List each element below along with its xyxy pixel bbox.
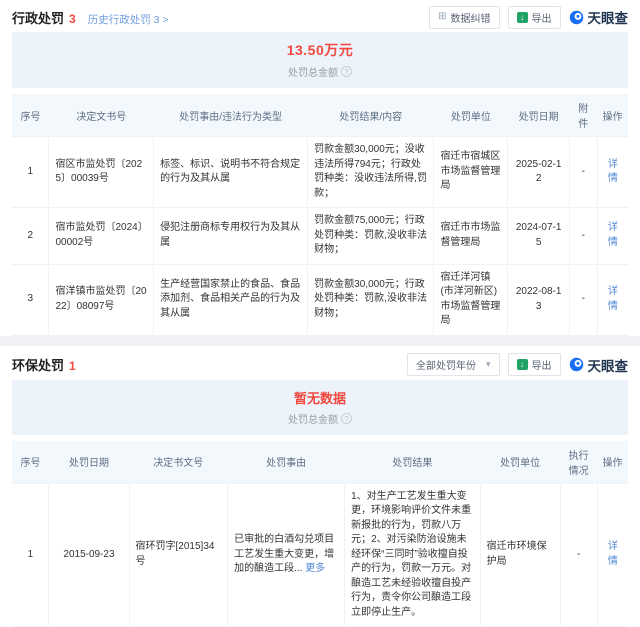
chevron-down-icon: ▾ — [486, 359, 491, 370]
export-button-admin[interactable]: ↓ 导出 — [508, 6, 561, 29]
admin-section-title: 行政处罚 — [12, 8, 64, 27]
column-header: 决定书文号 — [129, 441, 228, 484]
env-table-header-row: 序号 处罚日期 决定书文号 处罚事由 处罚结果 处罚单位 执行情况 操作 — [12, 441, 628, 484]
admin-penalty-section: 行政处罚 3 历史行政处罚 3 > ⊞ 数据纠错 ↓ 导出 — [0, 0, 640, 336]
tianyancha-logo-icon — [569, 357, 584, 372]
cell-unit: 宿迁市宿城区市场监督管理局 — [434, 137, 508, 208]
admin-penalty-count: 3 — [69, 12, 76, 26]
help-icon[interactable]: ? — [341, 413, 352, 424]
column-header: 执行情况 — [560, 441, 597, 484]
penalty-total-label: 处罚总金额 ? — [12, 411, 628, 426]
cell-date: 2022-08-13 — [508, 264, 570, 335]
column-header: 处罚日期 — [508, 94, 570, 137]
penalty-year-filter-label: 全部处罚年份 — [416, 357, 476, 372]
cell-unit: 宿迁市环境保护局 — [480, 483, 560, 627]
admin-section-header: 行政处罚 3 历史行政处罚 3 > ⊞ 数据纠错 ↓ 导出 — [12, 6, 628, 28]
export-icon: ↓ — [517, 359, 528, 370]
column-header: 处罚日期 — [49, 441, 129, 484]
detail-link[interactable]: 详情 — [608, 159, 618, 185]
export-icon: ↓ — [517, 12, 528, 23]
no-data-text: 暂无数据 — [12, 388, 628, 407]
cell-unit: 宿迁洋河镇(市洋河新区)市场监督管理局 — [434, 264, 508, 335]
cell-attachment: - — [569, 208, 597, 265]
tianyancha-logo-icon — [569, 10, 584, 25]
cell-result: 罚款金额75,000元；行政处罚种类：罚款,没收非法财物； — [308, 208, 434, 265]
tianyancha-logo-text: 天眼查 — [588, 355, 629, 375]
detail-link[interactable]: 详情 — [608, 541, 618, 567]
column-header: 序号 — [12, 441, 49, 484]
table-row: 1 2015-09-23 宿环罚字[2015]34号 已审批的白酒勾兑项目工艺发… — [12, 483, 628, 627]
cell-no: 1 — [12, 137, 49, 208]
column-header: 处罚结果 — [345, 441, 481, 484]
help-icon[interactable]: ? — [341, 66, 352, 77]
env-section-title: 环保处罚 — [12, 355, 64, 374]
cell-no: 3 — [12, 264, 49, 335]
column-header: 附件 — [569, 94, 597, 137]
data-correction-icon: ⊞ — [438, 12, 446, 22]
tianyancha-logo: 天眼查 — [569, 7, 629, 27]
penalty-total-label: 处罚总金额 ? — [12, 64, 628, 79]
cell-status: - — [560, 483, 597, 627]
env-penalty-section: 环保处罚 1 全部处罚年份 ▾ ↓ 导出 天眼查 — [0, 346, 640, 627]
cell-doc-number: 宿区市监处罚〔2025〕00039号 — [49, 137, 154, 208]
cell-result: 1、对生产工艺发生重大变更，环境影响评价文件未重新报批的行为，罚款八万元；2、对… — [345, 483, 481, 627]
env-section-header: 环保处罚 1 全部处罚年份 ▾ ↓ 导出 天眼查 — [12, 354, 628, 376]
export-button-env[interactable]: ↓ 导出 — [508, 353, 561, 376]
cell-result: 罚款金额30,000元；行政处罚种类：罚款,没收非法财物； — [308, 264, 434, 335]
detail-link[interactable]: 详情 — [608, 286, 618, 312]
tianyancha-logo-text: 天眼查 — [588, 7, 629, 27]
penalty-total-amount: 13.50万元 — [12, 40, 628, 60]
column-header: 处罚单位 — [480, 441, 560, 484]
cell-doc-number: 宿环罚字[2015]34号 — [129, 483, 228, 627]
column-header: 操作 — [597, 441, 628, 484]
cell-reason: 侵犯注册商标专用权行为及其从属 — [154, 208, 308, 265]
env-penalty-table: 序号 处罚日期 决定书文号 处罚事由 处罚结果 处罚单位 执行情况 操作 1 2… — [12, 441, 628, 627]
cell-reason: 生产经营国家禁止的食品、食品添加剂、食品相关产品的行为及其从属 — [154, 264, 308, 335]
tianyancha-logo: 天眼查 — [569, 355, 629, 375]
admin-table-header-row: 序号 决定文书号 处罚事由/违法行为类型 处罚结果/内容 处罚单位 处罚日期 附… — [12, 94, 628, 137]
cell-result: 罚款金额30,000元；没收违法所得794元；行政处罚种类：没收违法所得,罚款； — [308, 137, 434, 208]
table-row: 2 宿市监处罚〔2024〕00002号 侵犯注册商标专用权行为及其从属 罚款金额… — [12, 208, 628, 265]
detail-link[interactable]: 详情 — [608, 222, 618, 248]
cell-date: 2024-07-15 — [508, 208, 570, 265]
cell-unit: 宿迁市市场监督管理局 — [434, 208, 508, 265]
table-row: 1 宿区市监处罚〔2025〕00039号 标签、标识、说明书不符合规定的行为及其… — [12, 137, 628, 208]
column-header: 决定文书号 — [49, 94, 154, 137]
data-correction-label: 数据纠错 — [451, 10, 491, 25]
cell-reason: 已审批的白酒勾兑项目工艺发生重大变更，增加的酿造工段... 更多 — [228, 483, 345, 627]
column-header: 序号 — [12, 94, 49, 137]
history-admin-penalty-link[interactable]: 历史行政处罚 3 > — [88, 12, 169, 27]
cell-attachment: - — [569, 264, 597, 335]
export-label: 导出 — [532, 357, 552, 372]
export-label: 导出 — [532, 10, 552, 25]
env-penalty-count: 1 — [69, 359, 76, 373]
column-header: 处罚结果/内容 — [308, 94, 434, 137]
cell-no: 2 — [12, 208, 49, 265]
cell-date: 2015-09-23 — [49, 483, 129, 627]
column-header: 操作 — [597, 94, 628, 137]
data-correction-button[interactable]: ⊞ 数据纠错 — [429, 6, 499, 29]
column-header: 处罚事由 — [228, 441, 345, 484]
more-link[interactable]: 更多 — [305, 563, 325, 574]
cell-doc-number: 宿洋镇市监处罚〔2022〕08097号 — [49, 264, 154, 335]
cell-attachment: - — [569, 137, 597, 208]
cell-date: 2025-02-12 — [508, 137, 570, 208]
admin-penalty-table: 序号 决定文书号 处罚事由/违法行为类型 处罚结果/内容 处罚单位 处罚日期 附… — [12, 94, 628, 336]
table-row: 3 宿洋镇市监处罚〔2022〕08097号 生产经营国家禁止的食品、食品添加剂、… — [12, 264, 628, 335]
column-header: 处罚单位 — [434, 94, 508, 137]
admin-penalty-summary: 13.50万元 处罚总金额 ? — [12, 32, 628, 88]
env-penalty-summary: 暂无数据 处罚总金额 ? — [12, 380, 628, 435]
cell-no: 1 — [12, 483, 49, 627]
penalty-year-filter[interactable]: 全部处罚年份 ▾ — [407, 353, 500, 376]
cell-reason: 标签、标识、说明书不符合规定的行为及其从属 — [154, 137, 308, 208]
column-header: 处罚事由/违法行为类型 — [154, 94, 308, 137]
cell-doc-number: 宿市监处罚〔2024〕00002号 — [49, 208, 154, 265]
